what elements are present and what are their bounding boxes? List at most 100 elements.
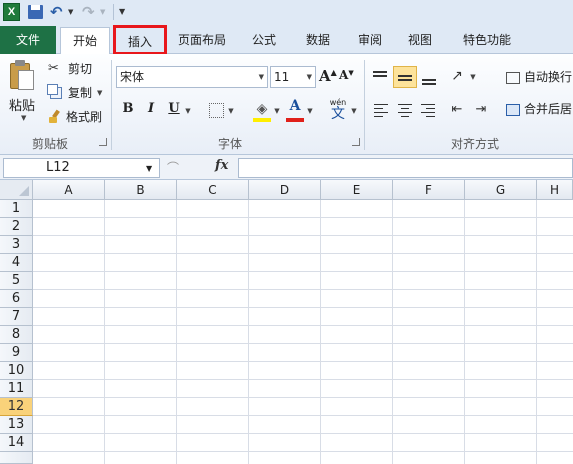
font-group-label: 字体 — [217, 137, 242, 151]
column-header[interactable]: D — [249, 180, 321, 200]
redo-dropdown-icon[interactable]: ▼ — [100, 3, 105, 21]
row-header[interactable]: 10 — [0, 362, 33, 380]
cut-button[interactable]: ✂ 剪切 — [48, 60, 108, 78]
column-header[interactable]: H — [537, 180, 573, 200]
select-all-corner[interactable] — [0, 180, 33, 200]
orientation-icon[interactable]: ↗ — [448, 66, 466, 86]
bold-button[interactable]: B — [120, 101, 136, 121]
customize-toolbar-icon[interactable]: ▼ — [119, 3, 127, 21]
tab-view[interactable]: 视图 — [398, 27, 442, 53]
increase-indent-icon[interactable]: ⇥ — [473, 100, 489, 120]
tab-data[interactable]: 数据 — [296, 27, 340, 53]
column-header[interactable]: E — [321, 180, 393, 200]
align-bottom-button[interactable] — [419, 68, 441, 88]
copy-button[interactable]: 复制 ▼ — [47, 84, 108, 102]
underline-dropdown-icon[interactable]: ▼ — [184, 101, 192, 121]
worksheet-grid[interactable]: A B C D E F G H 1 2 3 4 5 6 7 8 9 10 11 12 13 14 — [0, 180, 573, 464]
row-header[interactable] — [0, 452, 33, 464]
column-header[interactable]: C — [177, 180, 249, 200]
format-painter-button[interactable]: 格式刷 — [48, 108, 110, 126]
gridline — [464, 200, 465, 464]
column-header[interactable]: G — [465, 180, 537, 200]
row-header[interactable]: 11 — [0, 380, 33, 398]
gridline — [104, 200, 105, 464]
increase-font-size-button[interactable]: A▲ — [319, 67, 337, 87]
decrease-font-size-button[interactable]: A▼ — [339, 68, 354, 88]
gridline — [248, 200, 249, 464]
font-name-dropdown-icon[interactable]: ▼ — [259, 67, 264, 87]
align-middle-button[interactable] — [393, 66, 417, 88]
align-left-button[interactable] — [374, 104, 390, 118]
orientation-dropdown-icon[interactable]: ▼ — [469, 67, 477, 87]
font-color-dropdown-icon[interactable]: ▼ — [306, 101, 314, 121]
insert-function-icon[interactable]: fx — [215, 158, 228, 173]
column-header[interactable]: F — [393, 180, 465, 200]
alignment-group-label: 对齐方式 — [450, 137, 499, 151]
align-top-button[interactable] — [370, 68, 392, 88]
paste-button[interactable]: 粘贴 — [9, 95, 35, 114]
column-header[interactable]: B — [105, 180, 177, 200]
redo-icon[interactable]: ↷ — [82, 3, 96, 21]
italic-button[interactable]: I — [143, 101, 159, 121]
tab-file[interactable]: 文件 — [0, 26, 56, 54]
copy-label: 复制 — [68, 86, 93, 100]
underline-button[interactable]: U — [166, 101, 182, 121]
gridline — [33, 271, 573, 272]
tab-special-features[interactable]: 特色功能 — [452, 27, 522, 53]
font-name-select[interactable]: 宋体 ▼ — [116, 66, 268, 88]
font-launcher-icon[interactable] — [352, 138, 360, 146]
row-header[interactable]: 9 — [0, 344, 33, 362]
tab-formulas[interactable]: 公式 — [242, 27, 286, 53]
font-color-icon[interactable]: A — [287, 98, 303, 118]
row-header[interactable]: 13 — [0, 416, 33, 434]
formula-bar: L12 ▼ ⌒ fx — [0, 155, 573, 180]
borders-icon[interactable] — [209, 103, 224, 118]
paste-icon[interactable] — [10, 60, 36, 92]
row-header[interactable]: 4 — [0, 254, 33, 272]
row-header[interactable]: 2 — [0, 218, 33, 236]
decrease-indent-icon[interactable]: ⇤ — [449, 100, 465, 120]
column-header[interactable]: A — [33, 180, 105, 200]
row-header[interactable]: 7 — [0, 308, 33, 326]
excel-logo-icon[interactable]: X — [3, 3, 20, 21]
row-header[interactable]: 8 — [0, 326, 33, 344]
gridline — [33, 451, 573, 452]
borders-dropdown-icon[interactable]: ▼ — [227, 101, 235, 121]
row-header[interactable]: 14 — [0, 434, 33, 452]
formula-bar-splitter[interactable]: ⌒ — [163, 160, 183, 176]
tab-page-layout[interactable]: 页面布局 — [170, 27, 234, 53]
font-size-select[interactable]: 11 ▼ — [270, 66, 316, 88]
group-divider — [364, 60, 365, 150]
formula-input[interactable] — [238, 158, 573, 178]
font-size-dropdown-icon[interactable]: ▼ — [307, 67, 312, 87]
merge-center-button[interactable]: 合并后居 — [496, 98, 573, 120]
wrap-text-button[interactable]: 自动换行 — [496, 66, 573, 88]
fill-color-icon[interactable]: ◈ — [254, 99, 270, 119]
paste-dropdown-icon[interactable]: ▼ — [21, 114, 26, 122]
row-header[interactable]: 3 — [0, 236, 33, 254]
align-center-button[interactable] — [398, 104, 414, 118]
phonetic-guide-button[interactable]: wén 文 — [329, 98, 347, 121]
name-box[interactable]: L12 — [3, 158, 160, 178]
toolbar-divider — [113, 4, 114, 20]
undo-dropdown-icon[interactable]: ▼ — [68, 3, 73, 21]
tab-review[interactable]: 审阅 — [348, 27, 392, 53]
tab-insert[interactable]: 插入 — [113, 25, 167, 55]
gridline — [33, 289, 573, 290]
clipboard-launcher-icon[interactable] — [99, 138, 107, 146]
undo-icon[interactable]: ↶ — [50, 3, 64, 21]
row-header[interactable]: 1 — [0, 200, 33, 218]
align-right-button[interactable] — [421, 104, 437, 118]
row-header[interactable]: 5 — [0, 272, 33, 290]
name-box-dropdown-icon[interactable]: ▼ — [146, 164, 152, 173]
save-icon[interactable] — [28, 3, 43, 21]
copy-dropdown-icon[interactable]: ▼ — [97, 84, 102, 102]
row-header[interactable]: 6 — [0, 290, 33, 308]
tab-home[interactable]: 开始 — [60, 27, 110, 54]
row-header[interactable]: 12 — [0, 398, 33, 416]
wrap-text-icon — [506, 71, 520, 84]
fill-color-dropdown-icon[interactable]: ▼ — [273, 101, 281, 121]
phonetic-dropdown-icon[interactable]: ▼ — [350, 101, 358, 121]
gridline — [536, 200, 537, 464]
gridline — [33, 343, 573, 344]
